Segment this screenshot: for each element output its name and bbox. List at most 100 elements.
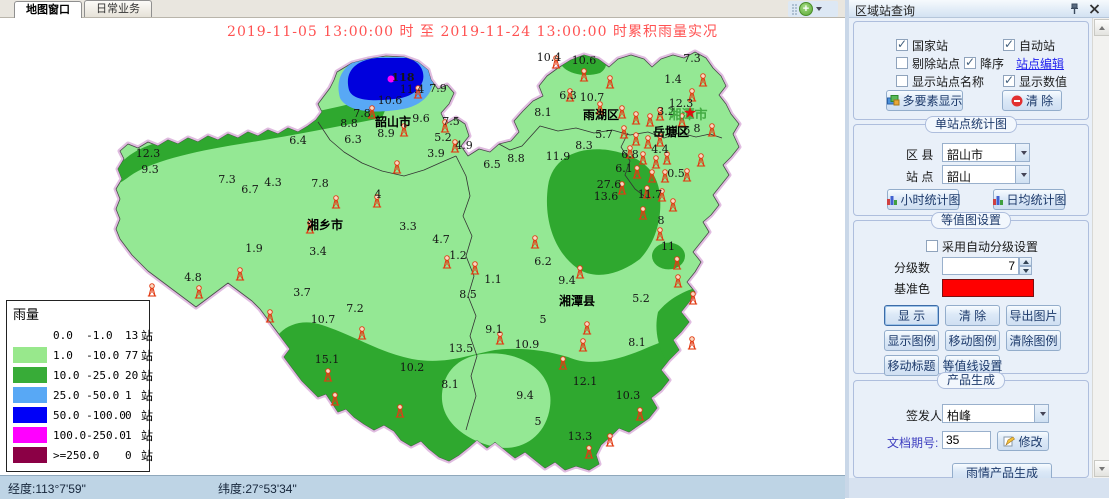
station-value: 13.6 [594,190,619,203]
close-icon[interactable] [1088,3,1101,15]
station-value: 5.2 [632,292,650,305]
multi-element-label: 多要素显示 [903,92,963,109]
station-value: 5 [540,313,547,326]
daily-chart-button[interactable]: 日均统计图 [993,189,1065,210]
station-value: 7.3 [218,173,236,186]
legend-unit: 站 [141,447,153,464]
add-layer-button[interactable]: + [799,2,813,16]
station-value: 12.3 [136,147,161,160]
show-names-checkbox[interactable] [896,75,908,87]
legend-count: 20 [125,369,141,382]
map-canvas[interactable]: 2019-11-05 13:00:00 时 至 2019-11-24 13:00… [0,18,845,475]
single-station-group: 单站点统计图 区 县 韶山市 站 点 韶山 小时统计图 日均统计图 [853,124,1089,216]
max-rain-value: 118 [392,71,415,84]
isoline-button-2[interactable]: 清 除 [945,305,1000,326]
app-window: 地图窗口 日常业务 + 2019-11-05 13:00:00 时 至 2019… [0,0,1109,498]
station-combobox[interactable]: 韶山 [942,165,1030,184]
product-generation-group: 产品生成 签发人 柏峰 文档期号: 修改 雨情产品生成 [853,380,1089,478]
station-value: 8.8 [507,152,525,165]
station-edit-link[interactable]: 站点编辑 [1016,55,1064,72]
station-value: 9.4 [516,389,534,402]
county-dropdown-icon[interactable] [1015,144,1029,161]
longitude-readout: 经度:113°7'59" [8,480,86,497]
legend-unit: 站 [141,327,153,344]
legend-rows: 0.0 -1.013站1.0 -10.077站10.0 -25.020站25.0… [13,325,149,465]
modify-button[interactable]: 修改 [997,431,1049,451]
county-combobox[interactable]: 韶山市 [942,143,1030,162]
layers-icon [887,95,900,107]
exclude-station-label: 剔除站点 [912,55,960,72]
tab-map-window[interactable]: 地图窗口 [14,1,82,18]
station-value: 6.2 [534,255,552,268]
descending-label: 降序 [980,55,1004,72]
isoline-button-5[interactable]: 移动图例 [945,330,1000,351]
exclude-station-checkbox[interactable] [896,57,908,69]
station-value: 11.4 [400,83,425,96]
scroll-up-icon[interactable] [1094,19,1109,36]
station-value: 7.3 [683,52,701,65]
station-value: 6.5 [483,158,501,171]
legend-row: 1.0 -10.077站 [13,345,149,365]
station-value: 6.4 [289,134,307,147]
isoline-group-title: 等值图设置 [931,212,1011,229]
panel-scrollbar[interactable] [1092,18,1109,478]
station-value: 10.4 [537,51,562,64]
station-value: 3.4 [309,245,327,258]
issuer-label: 签发人 [906,407,942,424]
station-value: 韶山 [943,166,1015,183]
levels-input[interactable] [942,257,1019,275]
issuer-combobox[interactable]: 柏峰 [942,404,1049,423]
product-group-title: 产品生成 [937,372,1005,389]
pin-icon[interactable] [1068,3,1081,15]
base-color-label: 基准色 [894,280,930,297]
legend-count: 77 [125,349,141,362]
station-value: 3.3 [399,220,417,233]
legend-swatch [13,367,47,383]
spinner-up-icon[interactable] [1019,257,1032,266]
station-tower-icon[interactable] [148,284,156,296]
isoline-button-3[interactable]: 导出图片 [1006,305,1061,326]
legend-range: 1.0 -10.0 [53,349,125,362]
station-value: 9.6 [412,112,430,125]
station-tower-icon[interactable] [688,337,696,349]
descending-checkbox[interactable] [964,57,976,69]
district-label: 湘潭县 [559,293,595,308]
clear-stations-button[interactable]: 清 除 [1002,90,1062,111]
rainfall-legend[interactable]: 雨量 0.0 -1.013站1.0 -10.077站10.0 -25.020站2… [6,300,150,472]
show-names-label: 显示站点名称 [912,73,984,90]
issuer-dropdown-icon[interactable] [1034,405,1048,422]
hourly-chart-button[interactable]: 小时统计图 [887,189,959,210]
station-value: 8.8 [340,117,358,130]
station-value: 10.3 [616,389,641,402]
station-value: 1.1 [484,273,502,286]
levels-spinner[interactable] [1019,257,1032,275]
isoline-button-1[interactable]: 显 示 [884,305,939,326]
station-value: 9.4 [558,274,576,287]
station-value: 7.2 [346,302,364,315]
isoline-button-6[interactable]: 清除图例 [1006,330,1061,351]
base-color-swatch[interactable] [942,279,1034,297]
station-value: 7.5 [442,115,460,128]
status-bar: 经度:113°7'59" 纬度:27°53'34" [0,475,845,499]
auto-station-checkbox[interactable] [1003,39,1015,51]
spinner-down-icon[interactable] [1019,266,1032,275]
station-dropdown-icon[interactable] [1015,166,1029,183]
auto-grading-checkbox[interactable] [926,240,938,252]
station-value: 7.9 [429,82,447,95]
legend-count: 1 [125,389,141,402]
station-value: 4.4 [651,143,669,156]
toolbar-grip[interactable] [791,3,797,15]
station-value: 8.1 [628,336,646,349]
multi-element-button[interactable]: 多要素显示 [886,90,963,111]
show-values-checkbox[interactable] [1003,75,1015,87]
isoline-button-4[interactable]: 显示图例 [884,330,939,351]
station-value: 4.7 [432,233,450,246]
isoline-button-7[interactable]: 移动标题 [884,355,939,376]
station-value: 4 [375,188,382,201]
scroll-down-icon[interactable] [1094,460,1109,477]
station-value: 11.9 [546,150,571,163]
toolbar-dropdown-icon[interactable] [816,7,822,11]
national-station-checkbox[interactable] [896,39,908,51]
tab-daily-business[interactable]: 日常业务 [84,0,152,17]
doc-number-input[interactable] [942,431,991,449]
